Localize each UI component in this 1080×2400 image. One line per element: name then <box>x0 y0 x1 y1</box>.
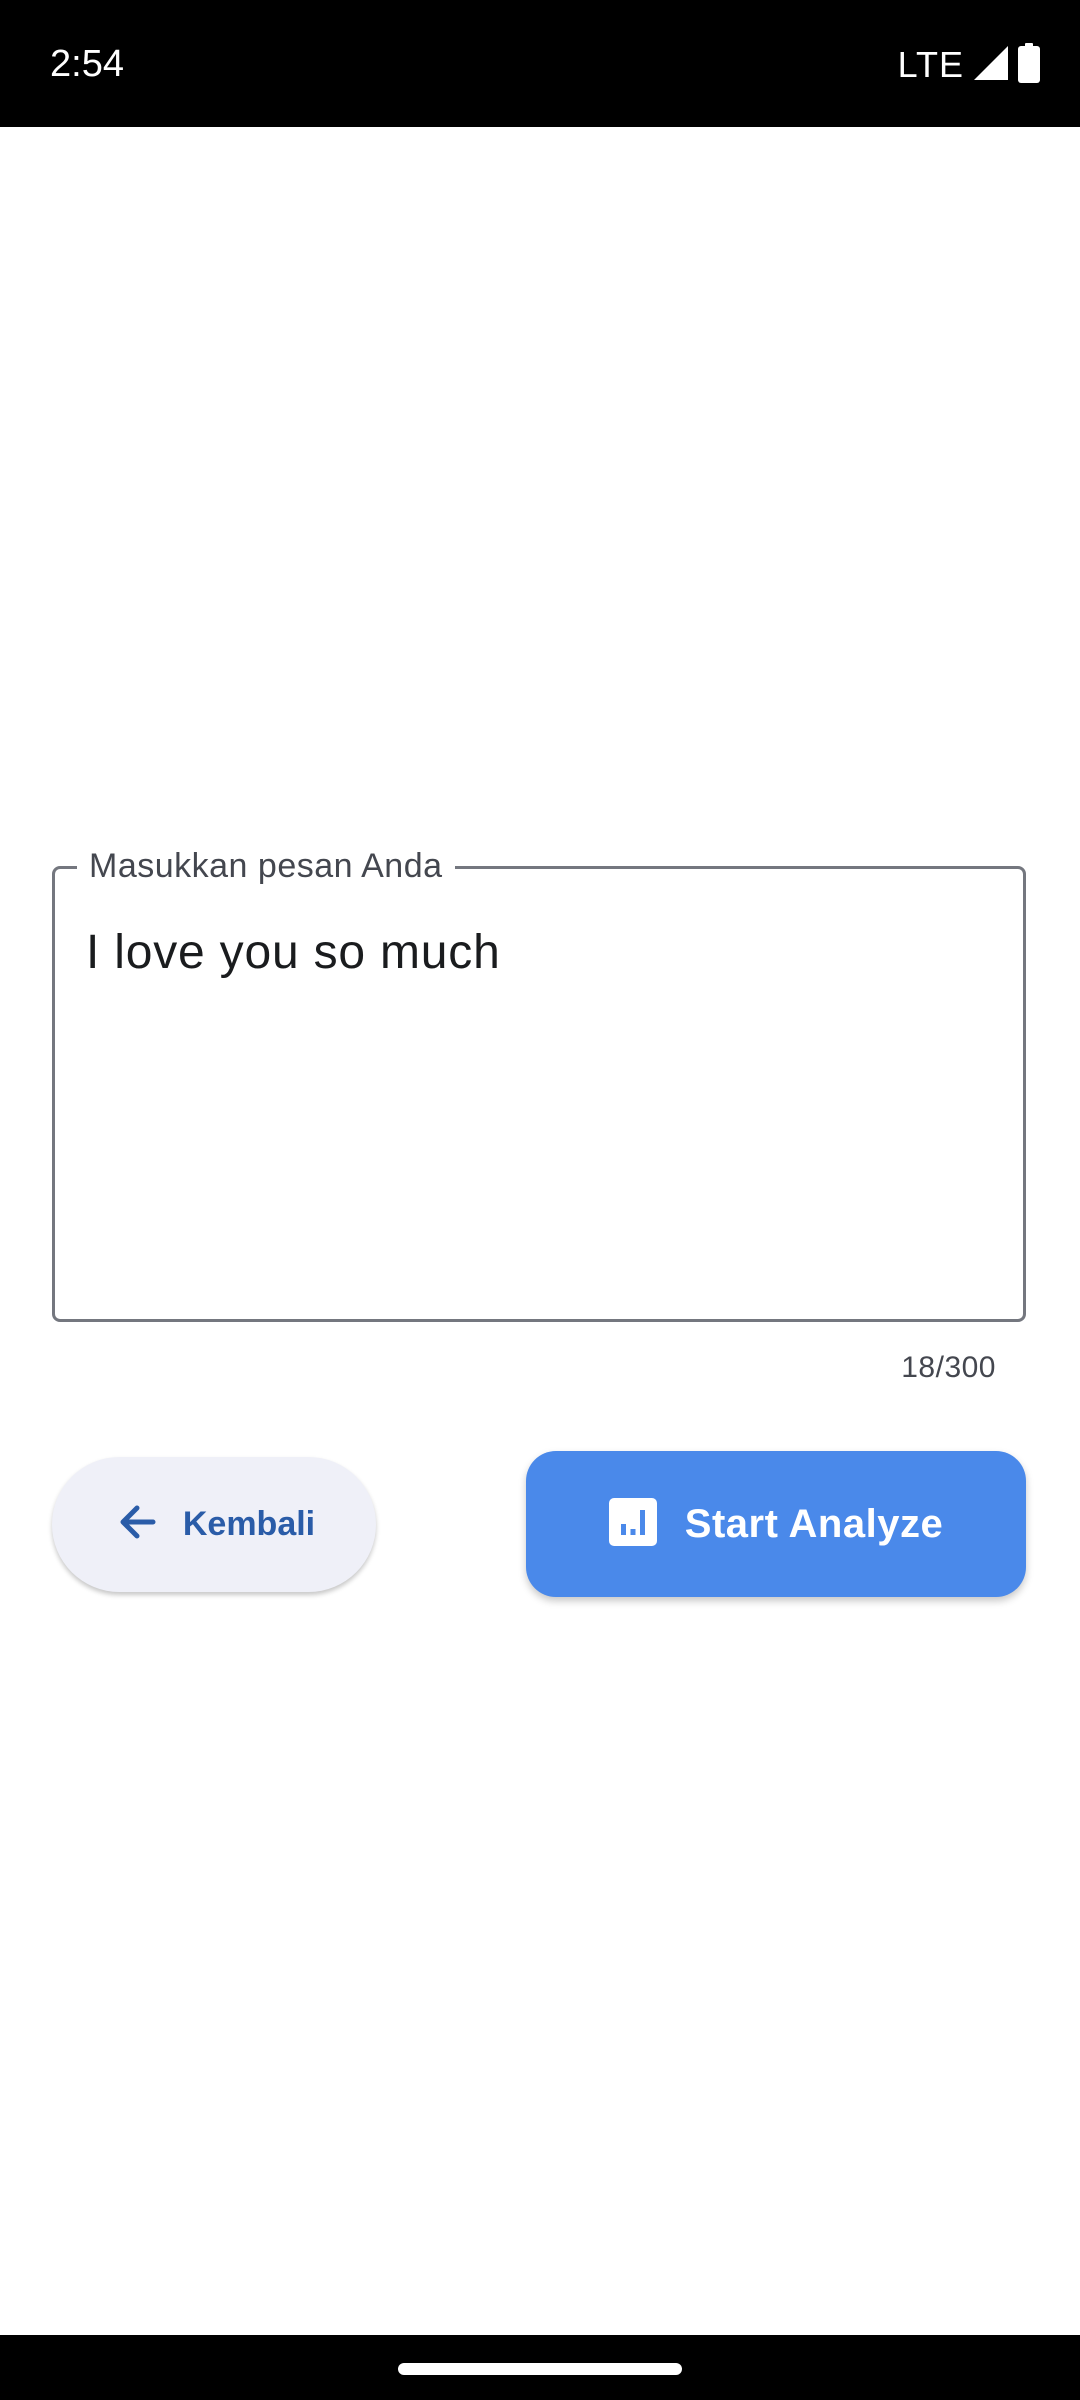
network-type-label: LTE <box>897 44 964 85</box>
battery-icon <box>1018 42 1040 88</box>
character-counter: 18/300 <box>901 1351 996 1384</box>
start-analyze-button[interactable]: Start Analyze <box>526 1451 1026 1597</box>
status-bar: 2:54 LTE <box>0 0 1080 127</box>
message-input-label: Masukkan pesan Anda <box>77 839 455 893</box>
status-indicators: LTE <box>898 40 1040 90</box>
back-button-label: Kembali <box>182 1505 316 1543</box>
bar-chart-icon <box>608 1497 657 1551</box>
navigation-bar <box>0 2335 1080 2400</box>
message-input-field[interactable]: Masukkan pesan Anda I love you so much <box>52 839 1026 1322</box>
arrow-left-icon <box>113 1498 161 1551</box>
back-button[interactable]: Kembali <box>52 1457 376 1592</box>
start-analyze-label: Start Analyze <box>684 1501 944 1546</box>
signal-icon <box>974 45 1008 85</box>
status-time: 2:54 <box>50 43 124 85</box>
message-input-value[interactable]: I love you so much <box>86 923 501 983</box>
home-indicator[interactable] <box>398 2363 682 2375</box>
